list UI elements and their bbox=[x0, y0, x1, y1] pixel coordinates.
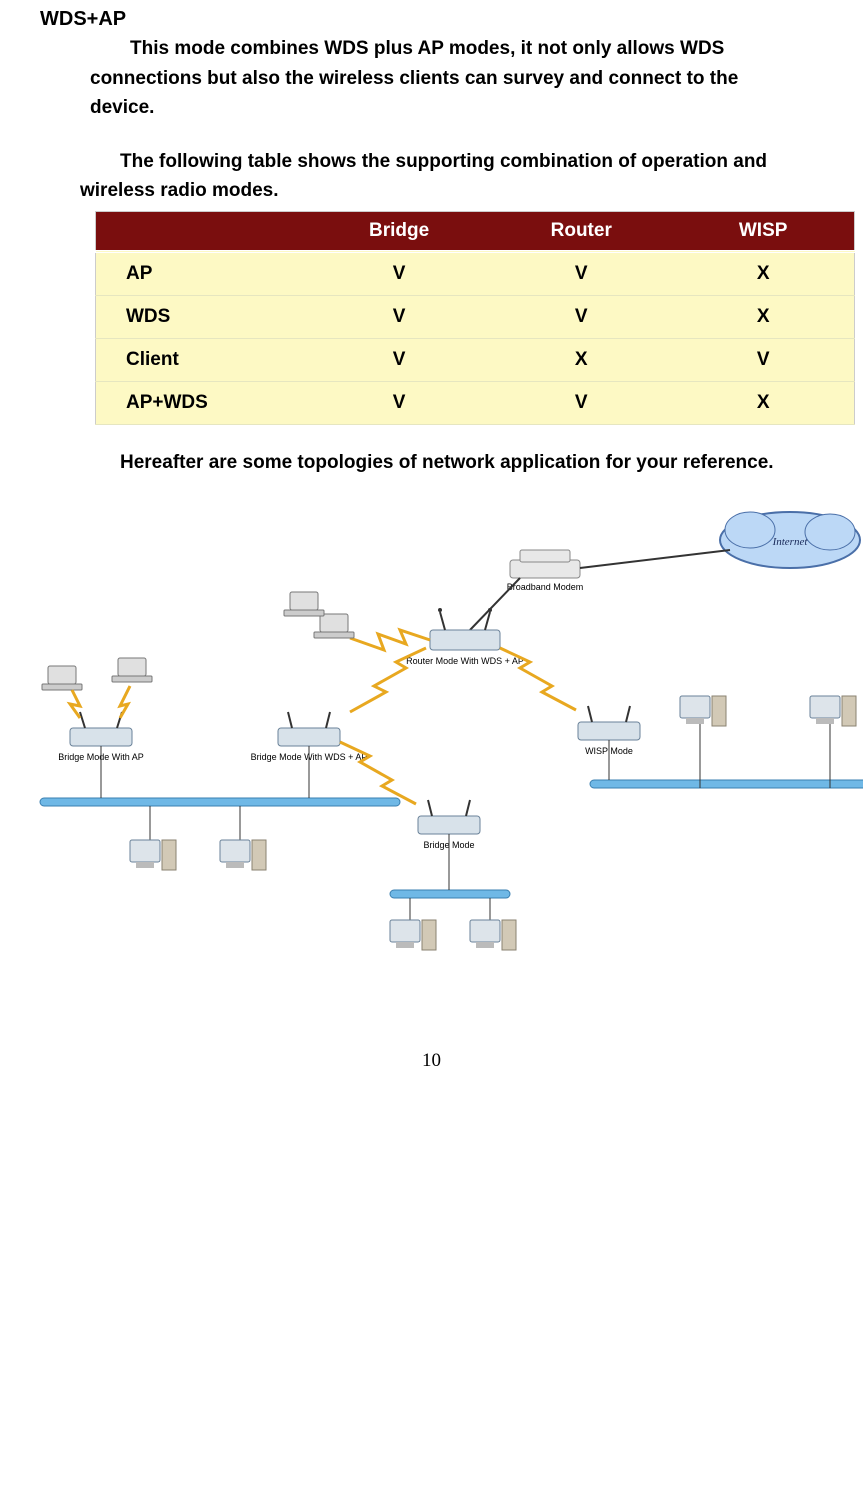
table-row: Client V X V bbox=[96, 338, 855, 381]
table-cell: V bbox=[490, 251, 672, 295]
wireless-link-icon bbox=[120, 686, 130, 718]
table-header-bridge: Bridge bbox=[308, 211, 490, 251]
desktop-pc-icon bbox=[390, 920, 436, 950]
para1-line3: device. bbox=[90, 94, 813, 122]
desktop-pc-icon bbox=[220, 840, 266, 870]
table-cell: V bbox=[490, 381, 672, 424]
para2-line2: wireless radio modes. bbox=[80, 177, 813, 205]
para1-line1: This mode combines WDS plus AP modes, it… bbox=[90, 35, 813, 63]
laptop-icon bbox=[284, 592, 324, 616]
table-cell: X bbox=[672, 251, 854, 295]
modem-label: Broadband Modem bbox=[507, 582, 584, 592]
table-cell: V bbox=[672, 338, 854, 381]
para3: Hereafter are some topologies of network… bbox=[80, 449, 813, 477]
desktop-pc-icon bbox=[810, 696, 856, 726]
table-cell: X bbox=[672, 381, 854, 424]
desktop-pc-icon bbox=[470, 920, 516, 950]
lan-segment-left bbox=[40, 798, 400, 806]
desktop-pc-icon bbox=[680, 696, 726, 726]
table-rowhead-client: Client bbox=[96, 338, 309, 381]
table-header-empty bbox=[96, 211, 309, 251]
table-rowhead-wds: WDS bbox=[96, 295, 309, 338]
laptop-icon bbox=[314, 614, 354, 638]
page-number: 10 bbox=[40, 1050, 823, 1072]
table-row: AP+WDS V V X bbox=[96, 381, 855, 424]
para2-line1: The following table shows the supporting… bbox=[80, 148, 813, 176]
desktop-pc-icon bbox=[130, 840, 176, 870]
lan-segment-right bbox=[590, 780, 863, 788]
table-row: WDS V V X bbox=[96, 295, 855, 338]
broadband-modem-icon: Broadband Modem bbox=[507, 550, 584, 592]
laptop-icon bbox=[42, 666, 82, 690]
connection-line bbox=[580, 550, 730, 568]
table-cell: V bbox=[308, 295, 490, 338]
paragraph-1: This mode combines WDS plus AP modes, it… bbox=[90, 35, 813, 122]
table-rowhead-apwds: AP+WDS bbox=[96, 381, 309, 424]
table-header-row: Bridge Router WISP bbox=[96, 211, 855, 251]
table-row: AP V V X bbox=[96, 251, 855, 295]
table-header-router: Router bbox=[490, 211, 672, 251]
paragraph-3: Hereafter are some topologies of network… bbox=[80, 449, 813, 477]
compatibility-table: Bridge Router WISP AP V V X WDS V V X Cl… bbox=[95, 211, 855, 425]
wireless-link-icon bbox=[70, 690, 80, 718]
connection-line bbox=[470, 578, 520, 630]
para1-line2: connections but also the wireless client… bbox=[90, 65, 813, 93]
table-cell: V bbox=[308, 338, 490, 381]
internet-label: Internet bbox=[772, 536, 809, 548]
table-cell: V bbox=[308, 381, 490, 424]
table-cell: X bbox=[672, 295, 854, 338]
lan-segment-bottom bbox=[390, 890, 510, 898]
router-label: Router Mode With WDS + AP bbox=[406, 656, 524, 666]
section-title: WDS+AP bbox=[40, 8, 823, 31]
laptop-icon bbox=[112, 658, 152, 682]
wireless-link-icon bbox=[350, 630, 430, 650]
table-rowhead-ap: AP bbox=[96, 251, 309, 295]
table-cell: V bbox=[490, 295, 672, 338]
table-header-wisp: WISP bbox=[672, 211, 854, 251]
internet-cloud-icon: Internet bbox=[720, 512, 860, 568]
table-cell: V bbox=[308, 251, 490, 295]
paragraph-2: The following table shows the supporting… bbox=[80, 148, 813, 205]
topology-diagram: Internet Broadband Modem Router Mode Wit… bbox=[30, 490, 863, 990]
table-cell: X bbox=[490, 338, 672, 381]
